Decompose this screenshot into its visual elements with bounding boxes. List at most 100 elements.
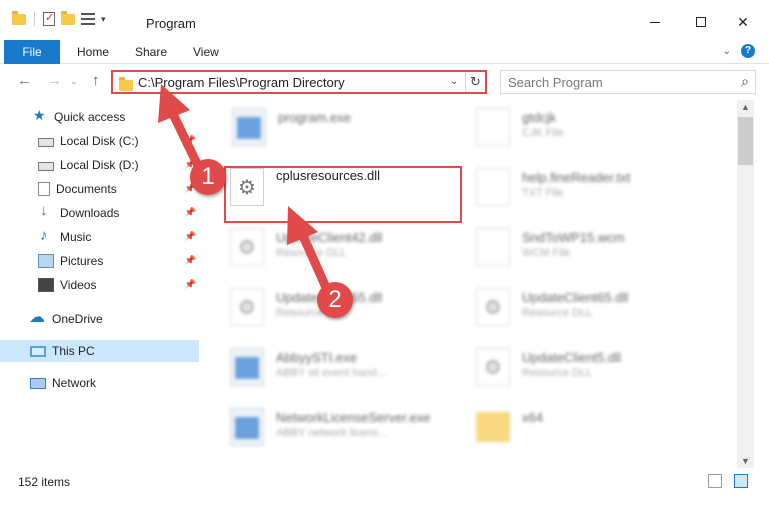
star-icon (32, 107, 48, 124)
pictures-icon (38, 254, 54, 268)
file-highlight-box (224, 166, 462, 223)
videos-icon (38, 278, 54, 292)
file-name: NetworkLicenseServer.exe (276, 410, 431, 425)
drive-icon (38, 138, 54, 147)
pin-icon[interactable]: 📌 (185, 207, 196, 218)
sidebar-item-label: Network (52, 376, 97, 390)
search-input[interactable]: Search Program ⌕ (500, 70, 756, 94)
ribbon-right-controls: ⌄ ? (723, 44, 755, 58)
sidebar-item-label: Pictures (60, 254, 104, 268)
close-button[interactable]: ✕ (720, 8, 766, 36)
file-item[interactable]: AbbyySTI.exe ABBY sti event hand... (230, 344, 470, 392)
address-path[interactable]: C:\Program Files\Program Directory (138, 75, 345, 90)
this-pc-icon (30, 345, 46, 357)
documents-icon (38, 182, 50, 196)
scroll-up-icon[interactable]: ▲ (741, 102, 750, 112)
properties-icon[interactable] (43, 11, 55, 26)
sidebar-item-label: Videos (60, 278, 97, 292)
file-item[interactable]: help.fineReader.txt TXT File (476, 164, 716, 212)
tab-home[interactable]: Home (77, 40, 109, 64)
dll-gear-icon: ⚙ (476, 288, 510, 326)
minimize-button[interactable] (632, 8, 678, 36)
sidebar-item-label: Documents (56, 182, 117, 196)
folder-icon (12, 10, 26, 25)
address-bar[interactable]: C:\Program Files\Program Directory ⌄ ↻ (111, 70, 487, 94)
pin-icon[interactable]: 📌 (185, 231, 196, 242)
sidebar-item-downloads[interactable]: Downloads 📌 (0, 202, 200, 224)
file-item[interactable]: ⚙ UpdateClient42.dll Resource DLL (230, 224, 470, 272)
details-view-icon[interactable] (708, 474, 722, 488)
scrollbar-thumb[interactable] (738, 117, 753, 165)
file-name: AbbyySTI.exe (276, 350, 357, 365)
sidebar-item-this-pc[interactable]: This PC (0, 340, 199, 362)
sidebar-item-quick-access[interactable]: Quick access (0, 106, 200, 128)
file-type: TXT File (522, 187, 564, 199)
file-item[interactable]: SndToWP15.wcm WCM File (476, 224, 716, 272)
search-icon[interactable]: ⌕ (741, 73, 749, 90)
navigation-pane: Quick access Local Disk (C:) 📌 Local Dis… (0, 100, 206, 468)
forward-button[interactable]: → (47, 72, 62, 89)
file-type: ABBY network licens... (276, 427, 388, 439)
large-icons-view-icon[interactable] (734, 474, 748, 488)
maximize-button[interactable] (678, 8, 724, 36)
refresh-icon[interactable]: ↻ (465, 72, 485, 92)
step-2-badge: 2 (317, 282, 353, 318)
search-placeholder: Search Program (508, 75, 603, 90)
file-name: help.fineReader.txt (522, 170, 631, 185)
onedrive-icon (29, 307, 46, 327)
up-button[interactable]: ↑ (92, 72, 100, 89)
sidebar-item-onedrive[interactable]: OneDrive (0, 307, 200, 330)
item-count: 152 items (18, 475, 71, 489)
dll-gear-icon: ⚙ (230, 288, 264, 326)
sidebar-item-pictures[interactable]: Pictures 📌 (0, 250, 200, 272)
window-title: Program (146, 16, 196, 31)
dll-gear-icon: ⚙ (230, 228, 264, 266)
sidebar-item-local-disk-d[interactable]: Local Disk (D:) 📌 (0, 154, 200, 176)
folder-icon (476, 412, 510, 442)
sidebar-item-music[interactable]: Music 📌 (0, 226, 200, 248)
help-icon[interactable]: ? (741, 44, 755, 58)
customize-toolbar-chevron-icon[interactable]: ▾ (101, 14, 106, 25)
view-icon[interactable] (81, 13, 95, 25)
sidebar-item-network[interactable]: Network (0, 372, 200, 394)
file-item[interactable]: NetworkLicenseServer.exe ABBY network li… (230, 404, 470, 452)
file-name: program.exe (278, 110, 351, 125)
pin-icon[interactable]: 📌 (185, 135, 196, 146)
file-type: ABBY sti event hand... (276, 367, 386, 379)
sidebar-item-label: Local Disk (C:) (60, 134, 139, 148)
pin-icon[interactable]: 📌 (185, 255, 196, 266)
ribbon-collapse-chevron-icon[interactable]: ⌄ (723, 46, 731, 57)
file-name: x64 (522, 410, 543, 425)
back-button[interactable]: ← (17, 72, 32, 89)
file-type: CJK File (522, 127, 564, 139)
tab-view[interactable]: View (193, 40, 219, 64)
file-item[interactable]: x64 (476, 404, 716, 452)
tab-file[interactable]: File (4, 40, 60, 64)
file-item[interactable]: ⚙ UpdateClient65.dll Resource DLL (476, 284, 716, 332)
step-1-badge: 1 (190, 159, 226, 195)
address-dropdown-chevron-icon[interactable]: ⌄ (450, 76, 458, 87)
file-type: Resource DLL (522, 307, 593, 319)
file-item[interactable]: ⚙ UpdateClient5.dll Resource DLL (476, 344, 716, 392)
file-item[interactable]: gtdcjk CJK File (476, 104, 716, 152)
file-name: UpdateClient42.dll (276, 230, 383, 245)
new-folder-icon[interactable] (61, 10, 75, 25)
file-item[interactable]: program.exe (232, 104, 472, 152)
sidebar-item-local-disk-c[interactable]: Local Disk (C:) 📌 (0, 130, 200, 152)
downloads-icon (38, 202, 54, 220)
status-bar: 152 items (0, 468, 769, 507)
document-file-icon (476, 228, 510, 266)
tab-share[interactable]: Share (135, 40, 167, 64)
drive-icon (38, 162, 54, 171)
sidebar-item-documents[interactable]: Documents 📌 (0, 178, 200, 200)
sidebar-item-videos[interactable]: Videos 📌 (0, 274, 200, 296)
executable-file-icon (230, 348, 264, 386)
file-type: WCM File (522, 247, 571, 259)
toolbar-separator (34, 12, 35, 26)
vertical-scrollbar[interactable]: ▲ ▼ (737, 100, 754, 468)
pin-icon[interactable]: 📌 (185, 279, 196, 290)
scroll-down-icon[interactable]: ▼ (741, 456, 750, 466)
document-file-icon (476, 168, 510, 206)
recent-locations-chevron-icon[interactable]: ⌄ (70, 76, 78, 87)
file-name: SndToWP15.wcm (522, 230, 625, 245)
